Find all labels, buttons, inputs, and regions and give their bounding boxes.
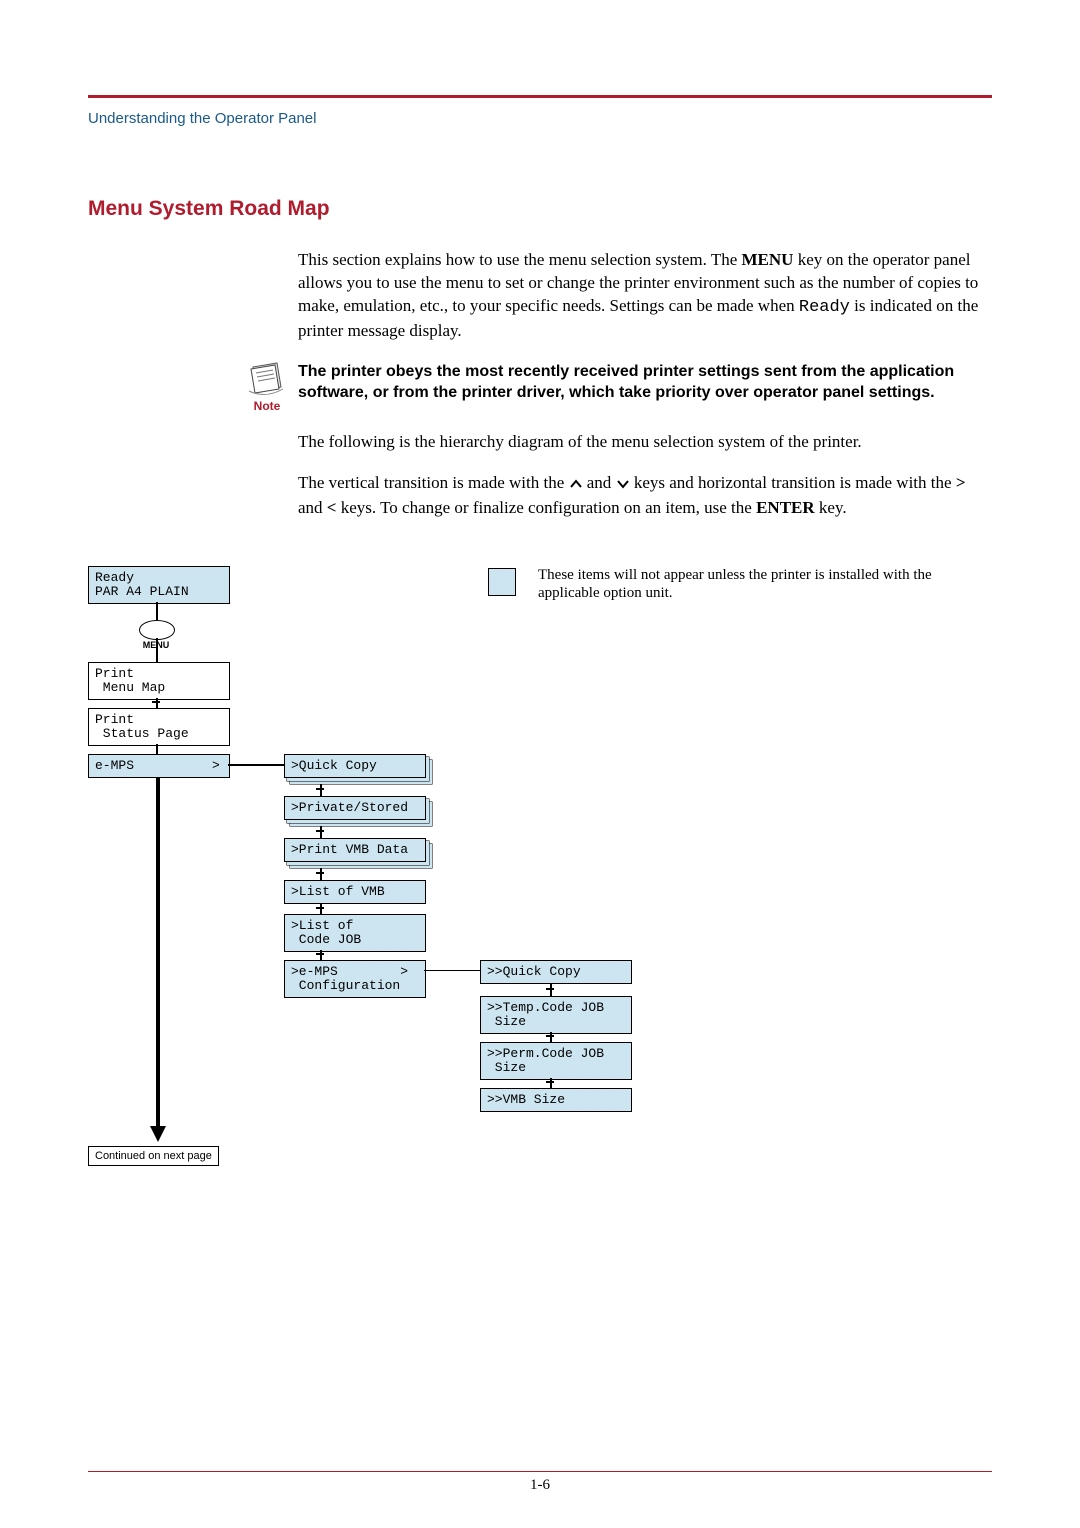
chevron-up-icon bbox=[569, 474, 583, 497]
page-title: Menu System Road Map bbox=[88, 197, 992, 221]
box-print-vmb: >Print VMB Data bbox=[284, 838, 426, 862]
box-perm-code: >>Perm.Code JOB Size bbox=[480, 1042, 632, 1080]
intro-paragraph: This section explains how to use the men… bbox=[298, 249, 992, 343]
arrow-down-icon bbox=[150, 1126, 166, 1142]
menu-diagram: These items will not appear unless the p… bbox=[88, 560, 992, 1180]
box-list-vmb: >List of VMB bbox=[284, 880, 426, 904]
box-emps: e-MPS > bbox=[88, 754, 230, 778]
note-icon bbox=[236, 361, 298, 397]
hierarchy-intro: The following is the hierarchy diagram o… bbox=[298, 431, 992, 454]
box-ready: Ready PAR A4 PLAIN bbox=[88, 566, 230, 604]
box-print-status: Print Status Page bbox=[88, 708, 230, 746]
legend-box bbox=[488, 568, 516, 596]
transition-paragraph: The vertical transition is made with the… bbox=[298, 472, 992, 520]
continued-label: Continued on next page bbox=[88, 1146, 219, 1166]
page-number: 1-6 bbox=[0, 1477, 1080, 1494]
legend-text: These items will not appear unless the p… bbox=[538, 566, 958, 604]
chevron-down-icon bbox=[616, 474, 630, 497]
box-print-menu-map: Print Menu Map bbox=[88, 662, 230, 700]
box-temp-code: >>Temp.Code JOB Size bbox=[480, 996, 632, 1034]
box-quick-copy: >Quick Copy bbox=[284, 754, 426, 778]
box-list-code-job: >List of Code JOB bbox=[284, 914, 426, 952]
note-text: The printer obeys the most recently rece… bbox=[298, 361, 992, 404]
note-block: Note The printer obeys the most recently… bbox=[236, 361, 992, 413]
note-label: Note bbox=[236, 399, 298, 413]
footer-rule bbox=[88, 1471, 992, 1472]
top-rule bbox=[88, 95, 992, 98]
section-header: Understanding the Operator Panel bbox=[88, 110, 992, 127]
box-emps-config: >e-MPS > Configuration bbox=[284, 960, 426, 998]
menu-button-icon bbox=[139, 620, 175, 640]
box-vmb-size: >>VMB Size bbox=[480, 1088, 632, 1112]
box-private-stored: >Private/Stored bbox=[284, 796, 426, 820]
box-quick-copy-2: >>Quick Copy bbox=[480, 960, 632, 984]
